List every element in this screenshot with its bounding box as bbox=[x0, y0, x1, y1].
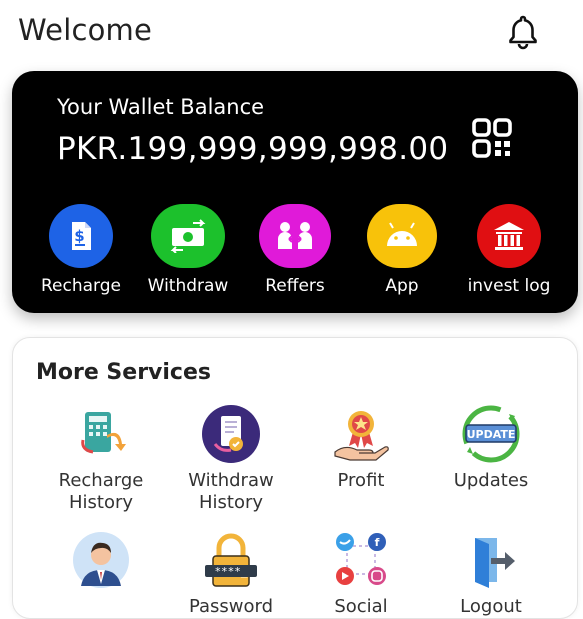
wallet-title: Your Wallet Balance bbox=[57, 95, 265, 119]
services-title: More Services bbox=[36, 360, 211, 385]
referral-people-icon bbox=[259, 204, 331, 268]
withdraw-history-button[interactable]: Withdraw History bbox=[166, 404, 296, 514]
invoice-dollar-icon: $ bbox=[49, 204, 113, 268]
reffers-button[interactable]: Reffers bbox=[245, 204, 345, 296]
invest-log-button[interactable]: invest log bbox=[459, 204, 559, 296]
svg-text:f: f bbox=[375, 536, 380, 549]
password-button[interactable]: ****_ Password bbox=[166, 530, 296, 618]
recharge-history-label: Recharge History bbox=[58, 470, 144, 513]
user-avatar-icon bbox=[73, 532, 129, 588]
recharge-label: Recharge bbox=[41, 276, 121, 296]
cash-exchange-icon bbox=[151, 204, 225, 268]
recharge-button[interactable]: $ Recharge bbox=[31, 204, 131, 296]
logout-label: Logout bbox=[460, 596, 522, 617]
updates-label: Updates bbox=[453, 470, 529, 491]
invest-log-label: invest log bbox=[467, 276, 551, 296]
profit-button[interactable]: Profit bbox=[296, 404, 426, 492]
svg-text:UPDATE: UPDATE bbox=[467, 428, 516, 441]
bank-icon bbox=[477, 204, 541, 268]
padlock-icon: ****_ bbox=[205, 533, 257, 587]
profit-label: Profit bbox=[337, 470, 385, 491]
social-button[interactable]: f Social bbox=[296, 530, 426, 618]
svg-text:$: $ bbox=[74, 227, 84, 245]
android-icon bbox=[367, 204, 437, 268]
header: Welcome bbox=[0, 0, 583, 60]
wallet-balance: PKR.199,999,999,998.00 bbox=[57, 131, 449, 167]
recharge-history-button[interactable]: Recharge History bbox=[36, 404, 166, 514]
recharge-history-icon bbox=[81, 412, 126, 454]
page-title: Welcome bbox=[18, 13, 153, 47]
more-services-panel: More Services Recharge History Withdraw … bbox=[12, 337, 578, 619]
social-media-icon: f bbox=[336, 533, 386, 585]
password-label: Password bbox=[188, 596, 274, 617]
svg-text:****_: ****_ bbox=[214, 565, 247, 578]
withdraw-history-label: Withdraw History bbox=[188, 470, 274, 513]
app-label: App bbox=[385, 276, 419, 296]
bell-icon[interactable] bbox=[503, 12, 543, 52]
withdraw-history-icon bbox=[202, 405, 260, 463]
logout-icon bbox=[475, 538, 515, 588]
award-hand-icon bbox=[334, 411, 389, 461]
reffers-label: Reffers bbox=[265, 276, 325, 296]
withdraw-button[interactable]: Withdraw bbox=[138, 204, 238, 296]
logout-button[interactable]: Logout bbox=[426, 530, 556, 618]
social-label: Social bbox=[334, 596, 388, 617]
update-badge-icon: UPDATE bbox=[462, 405, 520, 463]
wallet-card: Your Wallet Balance PKR.199,999,999,998.… bbox=[12, 71, 578, 313]
profile-button[interactable] bbox=[36, 530, 166, 596]
qr-code-icon[interactable] bbox=[472, 118, 512, 158]
withdraw-label: Withdraw bbox=[147, 276, 229, 296]
updates-button[interactable]: UPDATE Updates bbox=[426, 404, 556, 492]
app-button[interactable]: App bbox=[352, 204, 452, 296]
